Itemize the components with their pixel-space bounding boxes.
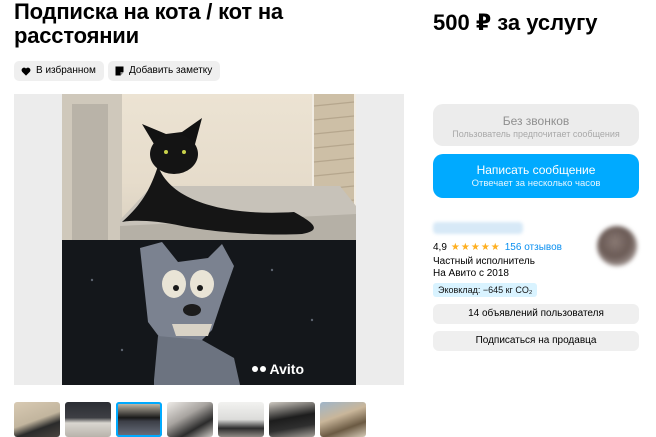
- photo-gallery[interactable]: Avito: [14, 94, 404, 385]
- seller-rating: 4,9 ★ ★ ★ ★ ★ 156 отзывов: [433, 242, 562, 254]
- add-note-label: Добавить заметку: [129, 65, 213, 76]
- note-icon: [115, 66, 124, 76]
- thumbnail-strip: [14, 402, 366, 437]
- rating-stars: ★ ★ ★ ★ ★: [451, 243, 500, 253]
- thumbnail-1[interactable]: [14, 402, 60, 437]
- listing-title: Подписка на кота / кот на расстоянии: [14, 0, 283, 48]
- watermark-text: Avito: [269, 361, 304, 377]
- thumbnail-3[interactable]: [116, 402, 162, 437]
- heart-icon: [21, 67, 31, 76]
- response-time-label: Отвечает за несколько часов: [471, 178, 601, 189]
- no-calls-label: Без звонков: [502, 114, 570, 128]
- seller-type: Частный исполнитель: [433, 256, 535, 267]
- thumbnail-7[interactable]: [320, 402, 366, 437]
- listing-price: 500 ₽ за услугу: [433, 10, 598, 35]
- thumbnail-4[interactable]: [167, 402, 213, 437]
- cat-photo: [62, 94, 356, 240]
- avito-logo-icon: [251, 366, 266, 372]
- write-message-label: Написать сообщение: [476, 163, 596, 177]
- subscribe-seller-button[interactable]: Подписаться на продавца: [433, 331, 639, 351]
- seller-since: На Авито с 2018: [433, 268, 509, 279]
- seller-name-blurred[interactable]: [433, 222, 523, 234]
- star-icon: ★: [450, 242, 460, 253]
- add-note-button[interactable]: Добавить заметку: [108, 61, 221, 81]
- thumbnail-6[interactable]: [269, 402, 315, 437]
- eco-contribution-badge[interactable]: Эковклад: −645 кг CO₂: [433, 283, 538, 297]
- thumbnail-5[interactable]: [218, 402, 264, 437]
- no-calls-sublabel: Пользователь предпочитает сообщения: [452, 129, 620, 139]
- thumbnail-2[interactable]: [65, 402, 111, 437]
- favorite-label: В избранном: [36, 65, 96, 76]
- star-icon: ★: [460, 242, 470, 253]
- write-message-button[interactable]: Написать сообщение Отвечает за несколько…: [433, 154, 639, 198]
- star-icon: ★: [480, 242, 490, 253]
- no-calls-button[interactable]: Без звонков Пользователь предпочитает со…: [433, 104, 639, 146]
- favorite-button[interactable]: В избранном: [14, 61, 104, 81]
- star-icon: ★: [470, 242, 480, 253]
- avito-watermark: Avito: [251, 361, 304, 377]
- user-ads-button[interactable]: 14 объявлений пользователя: [433, 304, 639, 324]
- reviews-link[interactable]: 156 отзывов: [505, 242, 562, 254]
- star-icon: ★: [490, 242, 500, 253]
- seller-avatar[interactable]: [597, 226, 637, 266]
- wolf-cartoon-image: Avito: [62, 240, 356, 385]
- rating-score: 4,9: [433, 242, 447, 253]
